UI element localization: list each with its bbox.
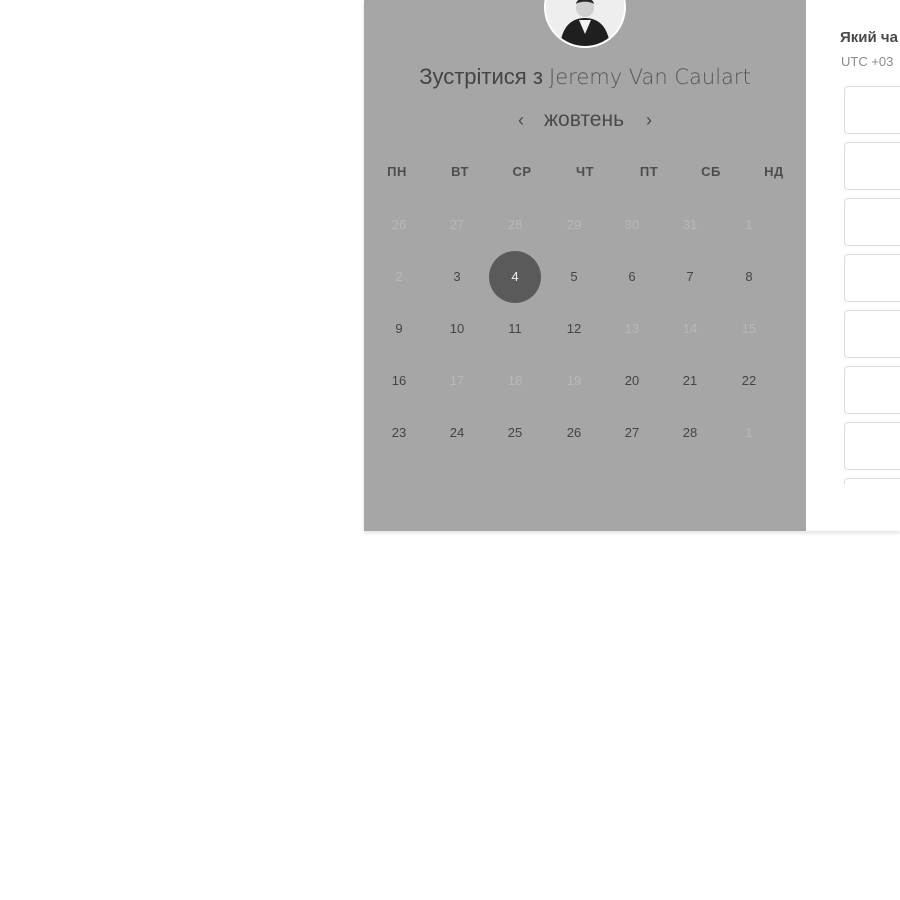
calendar-day: 17 [449,373,465,388]
calendar-panel: Зустрітися з Jeremy Van Caulart ‹ жовтен… [364,0,806,531]
calendar-day[interactable]: 7 [664,251,716,303]
time-slot-button[interactable] [844,478,900,484]
calendar-day[interactable]: 8 [723,251,775,303]
calendar-day: 1 [745,425,753,440]
calendar-day[interactable]: 22 [723,355,775,407]
time-slot-button[interactable] [844,86,900,134]
calendar-day[interactable]: 16 [373,355,425,407]
calendar-day: 14 [682,321,698,336]
calendar-day: 27 [449,217,465,232]
calendar-day[interactable]: 6 [606,251,658,303]
time-slot-list [844,86,900,484]
time-picker-panel: Який ча UTC +03 [806,0,900,531]
booking-widget: Зустрітися з Jeremy Van Caulart ‹ жовтен… [364,0,900,531]
time-slot-button[interactable] [844,254,900,302]
calendar-day: 29 [566,217,582,232]
time-slot-button[interactable] [844,198,900,246]
calendar-day: 26 [391,217,407,232]
calendar-day: 2 [395,269,403,284]
calendar-day[interactable]: 21 [664,355,716,407]
calendar-day: 18 [507,373,523,388]
calendar-day[interactable]: 28 [664,407,716,459]
calendar-day[interactable]: 23 [373,407,425,459]
calendar-day[interactable]: 5 [548,251,600,303]
time-slot-button[interactable] [844,422,900,470]
calendar-day: 30 [624,217,640,232]
calendar-day: 15 [741,321,757,336]
calendar-day: 28 [507,217,523,232]
calendar-day[interactable]: 27 [606,407,658,459]
calendar-day[interactable]: 25 [489,407,541,459]
calendar-day: 1 [745,217,753,232]
calendar-grid: 26 27 28 29 30 31 1 2 3 4 5 6 7 8 9 10 11 12 13 14 15 16 17 18 1… [364,0,806,531]
time-slot-button[interactable] [844,366,900,414]
calendar-day: 19 [566,373,582,388]
time-slot-button[interactable] [844,310,900,358]
calendar-day[interactable]: 11 [489,303,541,355]
calendar-day[interactable]: 20 [606,355,658,407]
calendar-day[interactable]: 26 [548,407,600,459]
time-picker-title: Який ча [840,29,898,46]
calendar-day-selected[interactable]: 4 [489,251,541,303]
calendar-day[interactable]: 12 [548,303,600,355]
timezone-label: UTC +03 [841,54,894,69]
calendar-day[interactable]: 9 [373,303,425,355]
calendar-day[interactable]: 24 [431,407,483,459]
calendar-day[interactable]: 10 [431,303,483,355]
calendar-day: 13 [624,321,640,336]
calendar-day[interactable]: 3 [431,251,483,303]
calendar-day: 31 [682,217,698,232]
time-slot-button[interactable] [844,142,900,190]
